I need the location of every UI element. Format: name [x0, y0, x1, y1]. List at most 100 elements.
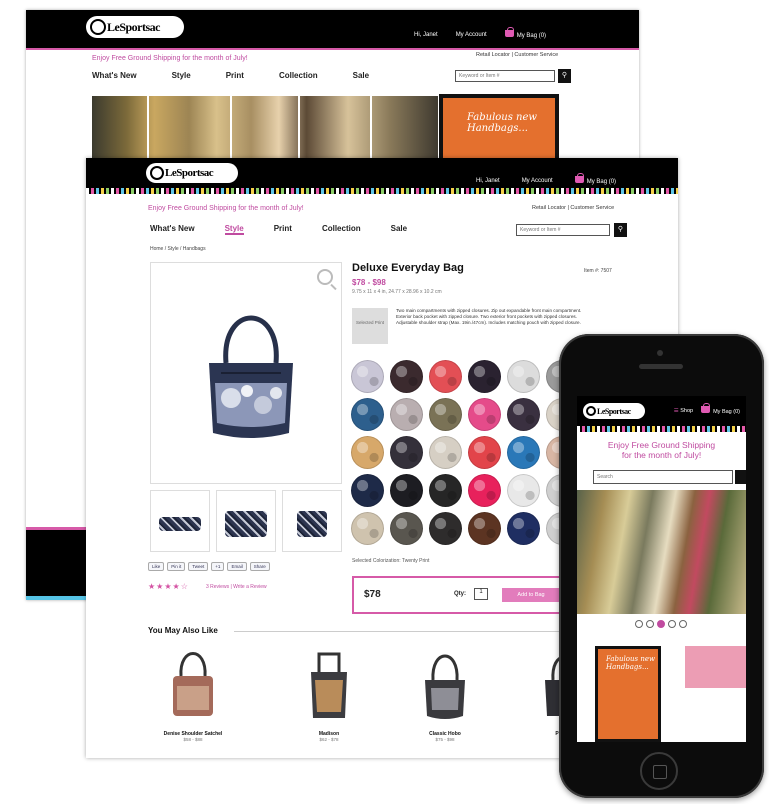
carousel-dot[interactable]	[668, 620, 676, 628]
color-swatch[interactable]	[468, 398, 501, 431]
carousel-dot[interactable]	[635, 620, 643, 628]
rec-item-1[interactable]: Denise Shoulder Satchel $58 - $88	[148, 646, 238, 742]
speaker-grille	[639, 364, 683, 369]
my-account-link[interactable]: My Account	[456, 32, 487, 38]
color-swatch[interactable]	[468, 474, 501, 507]
dotted-border	[86, 188, 678, 194]
mobile-handbags-ad[interactable]: Fabulous new Handbags...	[595, 646, 661, 742]
add-to-bag-button[interactable]: Add to Bag	[502, 588, 560, 602]
color-swatch[interactable]	[429, 512, 462, 545]
qty-input[interactable]: 1	[474, 588, 488, 600]
color-swatch[interactable]	[351, 398, 384, 431]
greeting-link[interactable]: Hi, Janet	[476, 178, 500, 184]
plusone-button[interactable]: +1	[211, 562, 225, 571]
product-main-image[interactable]	[150, 262, 342, 484]
nav-collection[interactable]: Collection	[322, 224, 361, 235]
color-swatch[interactable]	[390, 512, 423, 545]
color-swatch[interactable]	[507, 398, 540, 431]
thumbnail-2[interactable]	[216, 490, 276, 552]
promo-line-2: for the month of July!	[621, 450, 702, 460]
promo-text[interactable]: Enjoy Free Ground Shipping for the month…	[148, 205, 304, 212]
nav-sale[interactable]: Sale	[353, 71, 369, 80]
color-swatch[interactable]	[468, 512, 501, 545]
brand-logo[interactable]: LeSportsac	[146, 163, 238, 183]
thumbnail-3[interactable]	[282, 490, 342, 552]
color-swatch[interactable]	[429, 474, 462, 507]
mobile-hero-image[interactable]	[577, 490, 746, 614]
logo-text: LeSportsac	[107, 19, 161, 34]
brand-logo[interactable]: LeSportsac	[86, 16, 184, 38]
like-button[interactable]: Like	[148, 562, 165, 571]
product-dimensions: 9.75 x 11 x 4 in, 24.77 x 28.96 x 10.2 c…	[352, 289, 442, 295]
shop-label: Shop	[680, 407, 694, 414]
color-swatch[interactable]	[429, 398, 462, 431]
promo-text[interactable]: Enjoy Free Ground Shipping for the month…	[92, 55, 248, 62]
utility-links[interactable]: Retail Locator | Customer Service	[476, 52, 558, 58]
nav-print[interactable]: Print	[274, 224, 292, 235]
my-bag-link[interactable]: My Bag (0)	[701, 403, 740, 415]
color-swatch[interactable]	[351, 474, 384, 507]
color-swatch[interactable]	[351, 436, 384, 469]
ad-text: Fabulous new Handbags...	[467, 112, 537, 134]
rec-item-2[interactable]: Madison $62 - $78	[284, 646, 374, 742]
header-bar: LeSportsac Hi, Janet My Account My Bag (…	[26, 10, 639, 48]
search-button[interactable]: ⚲	[558, 69, 571, 83]
carousel-dot-active[interactable]	[657, 620, 665, 628]
breadcrumb[interactable]: Home / Style / Handbags	[150, 246, 206, 252]
my-bag-label: My Bag (0)	[516, 33, 547, 39]
carousel-dot[interactable]	[679, 620, 687, 628]
color-swatch[interactable]	[468, 436, 501, 469]
mobile-promo-tile[interactable]	[685, 646, 746, 688]
mobile-search-button[interactable]	[735, 470, 746, 484]
mobile-search-input[interactable]: Search	[593, 470, 733, 484]
color-swatch[interactable]	[351, 360, 384, 393]
rec-item-3[interactable]: Classic Hobo $75 - $98	[400, 646, 490, 742]
my-bag-link[interactable]: My Bag (0)	[574, 173, 616, 185]
hero-banner[interactable]	[92, 96, 438, 164]
nav-whats-new[interactable]: What's New	[150, 224, 195, 235]
search-button[interactable]: ⚲	[614, 223, 627, 237]
nav-collection[interactable]: Collection	[279, 71, 318, 80]
search-input[interactable]: Keyword or Item #	[516, 224, 610, 236]
search-icon: ⚲	[561, 72, 568, 79]
color-swatch[interactable]	[507, 360, 540, 393]
color-swatch[interactable]	[390, 436, 423, 469]
rec-bag-image	[425, 654, 465, 719]
my-account-link[interactable]: My Account	[522, 178, 553, 184]
shop-menu[interactable]: ☰ Shop	[674, 408, 693, 414]
brand-logo[interactable]: LeSportsac	[583, 403, 645, 419]
handbags-ad[interactable]: Fabulous new Handbags...	[439, 94, 559, 164]
color-swatch[interactable]	[390, 398, 423, 431]
color-swatch[interactable]	[468, 360, 501, 393]
pin-button[interactable]: Pin it	[167, 562, 186, 571]
tweet-button[interactable]: Tweet	[188, 562, 209, 571]
nav-whats-new[interactable]: What's New	[92, 71, 137, 80]
color-swatch[interactable]	[507, 436, 540, 469]
color-swatch[interactable]	[390, 474, 423, 507]
camera-icon	[657, 350, 663, 356]
rec-price: $58 - $88	[183, 737, 203, 742]
mobile-promo[interactable]: Enjoy Free Ground Shipping for the month…	[577, 440, 746, 460]
search-input[interactable]: Keyword or Item #	[455, 70, 555, 82]
utility-links[interactable]: Retail Locator | Customer Service	[532, 205, 614, 211]
reviews-links[interactable]: 3 Reviews | Write a Review	[206, 584, 267, 590]
nav-sale[interactable]: Sale	[391, 224, 407, 235]
share-button[interactable]: Share	[249, 562, 270, 571]
nav-style[interactable]: Style	[224, 224, 244, 235]
color-swatch[interactable]	[390, 360, 423, 393]
greeting-link[interactable]: Hi, Janet	[414, 32, 438, 38]
nav-style[interactable]: Style	[172, 71, 191, 80]
thumbnail-1[interactable]	[150, 490, 210, 552]
zoom-icon[interactable]	[317, 269, 333, 285]
logo-text: LeSportsac	[597, 406, 631, 416]
email-button[interactable]: Email	[227, 562, 247, 571]
color-swatch[interactable]	[507, 512, 540, 545]
carousel-dot[interactable]	[646, 620, 654, 628]
color-swatch[interactable]	[351, 512, 384, 545]
home-button[interactable]	[640, 752, 678, 790]
color-swatch[interactable]	[507, 474, 540, 507]
color-swatch[interactable]	[429, 436, 462, 469]
nav-print[interactable]: Print	[226, 71, 244, 80]
color-swatch[interactable]	[429, 360, 462, 393]
my-bag-link[interactable]: My Bag (0)	[504, 27, 547, 39]
